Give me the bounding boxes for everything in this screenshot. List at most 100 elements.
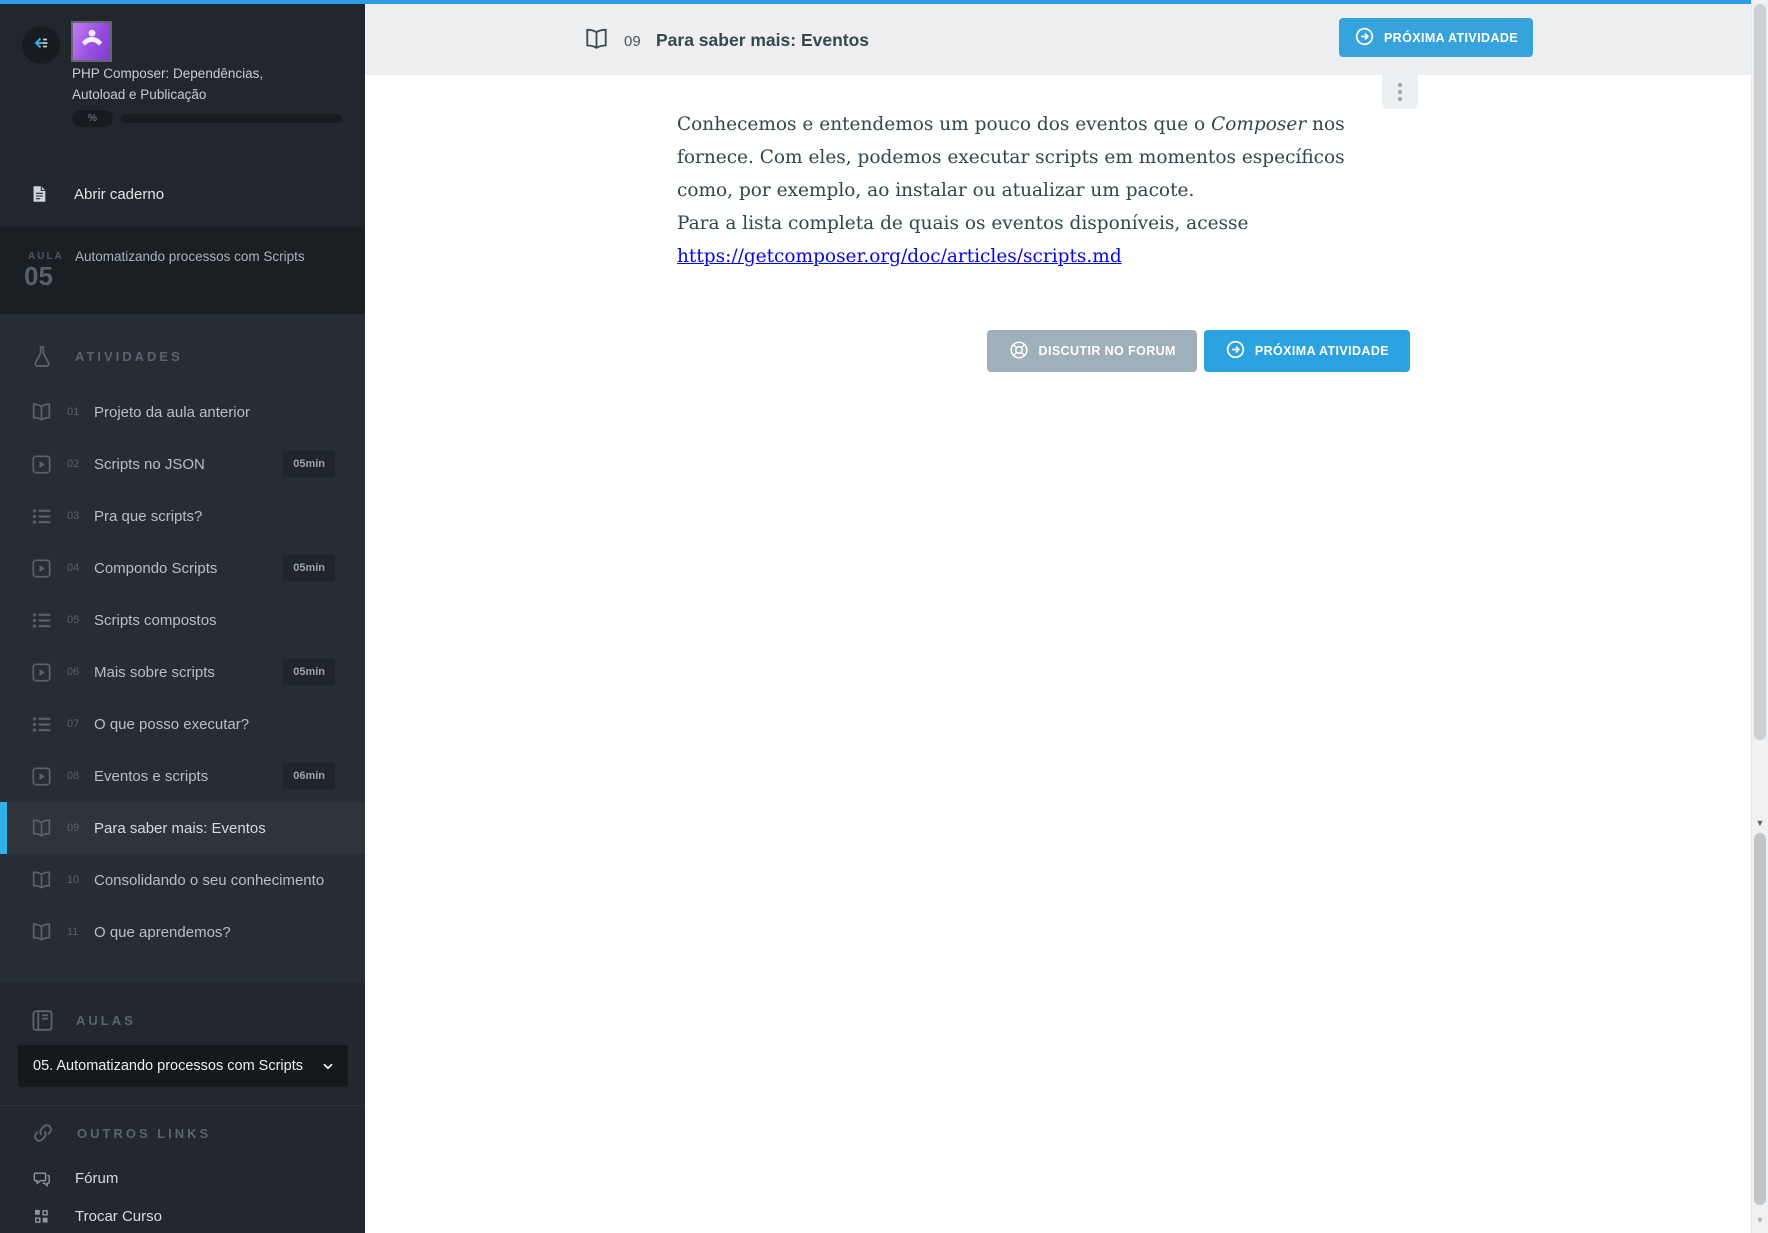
sidebar-item-number: 01 <box>67 406 86 418</box>
course-sidebar: PHP Composer: Dependências, Autoload e P… <box>0 0 365 1233</box>
sidebar-item-number: 04 <box>67 562 86 574</box>
sidebar-link-label: Fórum <box>75 1170 118 1187</box>
discuss-forum-button[interactable]: DISCUTIR NO FORUM <box>987 330 1197 372</box>
lifebuoy-forum-icon <box>1008 339 1030 364</box>
sidebar-item-label: O que posso executar? <box>94 716 249 733</box>
sidebar-item-label: O que aprendemos? <box>94 924 231 941</box>
sidebar-item-06[interactable]: 06 Mais sobre scripts 05min <box>0 646 365 698</box>
open-book-icon <box>30 817 54 840</box>
sidebar-item-number: 07 <box>67 718 86 730</box>
sidebar-item-number: 02 <box>67 458 86 470</box>
course-progress-bar <box>121 114 342 123</box>
lesson-dropdown[interactable]: 05. Automatizando processos com Scripts <box>18 1045 348 1087</box>
next-activity-label: PRÓXIMA ATIVIDADE <box>1255 344 1389 358</box>
sidebar-link-trocar-curso[interactable]: Trocar Curso <box>0 1197 365 1233</box>
sidebar-item-label: Projeto da aula anterior <box>94 404 250 421</box>
sidebar-item-label: Scripts compostos <box>94 612 217 629</box>
sidebar-item-number: 08 <box>67 770 86 782</box>
intro-paragraph: Conhecemos e entendemos um pouco dos eve… <box>677 108 1353 207</box>
activity-number: 09 <box>624 33 641 50</box>
switch-course-icon <box>32 1207 51 1226</box>
open-book-icon <box>583 26 610 53</box>
activities-section: ATIVIDADES 01 Projeto da aula anterior 0… <box>0 314 365 982</box>
lessons-section: AULAS 05. Automatizando processos com Sc… <box>0 982 365 1105</box>
sidebar-item-08[interactable]: 08 Eventos e scripts 06min <box>0 750 365 802</box>
sidebar-link-fórum[interactable]: Fórum <box>0 1159 365 1197</box>
course-logo[interactable] <box>71 21 112 62</box>
scrollbar-thumb[interactable] <box>1754 833 1766 1205</box>
sidebar-item-label: Mais sobre scripts <box>94 664 215 681</box>
sidebar-item-01[interactable]: 01 Projeto da aula anterior <box>0 386 365 438</box>
next-activity-button-bottom[interactable]: PRÓXIMA ATIVIDADE <box>1204 330 1410 372</box>
duration-badge: 05min <box>283 555 335 581</box>
open-notebook-label: Abrir caderno <box>74 186 164 203</box>
sidebar-item-number: 06 <box>67 666 86 678</box>
composer-italic: Composer <box>1211 114 1306 135</box>
sidebar-item-04[interactable]: 04 Compondo Scripts 05min <box>0 542 365 594</box>
sidebar-link-label: Trocar Curso <box>75 1208 162 1225</box>
sidebar-item-number: 03 <box>67 510 86 522</box>
duration-badge: 05min <box>283 659 335 685</box>
sidebar-item-11[interactable]: 11 O que aprendemos? <box>0 906 365 958</box>
duration-badge: 06min <box>283 763 335 789</box>
notebook-icon <box>29 183 49 205</box>
top-accent-bar <box>0 0 1768 4</box>
list-icon <box>30 505 54 528</box>
scrollbar-thumb[interactable] <box>1754 4 1766 740</box>
video-icon <box>30 557 54 580</box>
sidebar-item-label: Pra que scripts? <box>94 508 202 525</box>
open-book-icon <box>30 921 54 944</box>
book-icon <box>30 1008 55 1033</box>
collapse-sidebar-icon <box>30 32 52 59</box>
composer-scripts-link[interactable]: https://getcomposer.org/doc/articles/scr… <box>677 246 1122 267</box>
sidebar-item-10[interactable]: 10 Consolidando o seu conhecimento <box>0 854 365 906</box>
sidebar-item-02[interactable]: 02 Scripts no JSON 05min <box>0 438 365 490</box>
scrollbar-down-arrow-icon[interactable]: ▼ <box>1752 1215 1768 1225</box>
circle-arrow-right-icon <box>1225 339 1246 363</box>
kebab-menu-icon <box>1398 83 1402 87</box>
video-icon <box>30 765 54 788</box>
discuss-forum-label: DISCUTIR NO FORUM <box>1039 344 1176 358</box>
circle-arrow-right-icon <box>1354 26 1375 50</box>
activities-header-label: ATIVIDADES <box>75 349 183 364</box>
duration-badge: 05min <box>283 451 335 477</box>
sidebar-item-label: Eventos e scripts <box>94 768 208 785</box>
scrollbar-down-arrow-icon[interactable]: ▼ <box>1752 818 1768 828</box>
activity-options-button[interactable] <box>1382 75 1418 109</box>
link-icon <box>30 1120 56 1146</box>
sidebar-item-label: Consolidando o seu conhecimento <box>94 872 324 889</box>
other-links-section: OUTROS LINKS Fórum Trocar Curso <box>0 1105 365 1233</box>
scrollbar[interactable]: ▼ ▼ <box>1751 0 1768 1233</box>
sidebar-item-label: Para saber mais: Eventos <box>94 820 266 837</box>
current-lesson-banner: AULA 05 Automatizando processos com Scri… <box>0 227 365 314</box>
sidebar-item-05[interactable]: 05 Scripts compostos <box>0 594 365 646</box>
sidebar-item-label: Scripts no JSON <box>94 456 205 473</box>
lessons-header-label: AULAS <box>76 1013 136 1028</box>
sidebar-item-number: 11 <box>67 926 86 938</box>
sidebar-item-03[interactable]: 03 Pra que scripts? <box>0 490 365 542</box>
collapse-sidebar-button[interactable] <box>22 26 60 64</box>
open-notebook-button[interactable]: Abrir caderno <box>0 172 365 216</box>
course-logo-person-icon <box>77 24 107 59</box>
course-title: PHP Composer: Dependências, Autoload e P… <box>72 63 344 105</box>
open-book-icon <box>30 869 54 892</box>
other-links-header-label: OUTROS LINKS <box>77 1126 211 1141</box>
lessons-header: AULAS <box>0 998 365 1042</box>
next-activity-label: PRÓXIMA ATIVIDADE <box>1384 31 1518 45</box>
sidebar-item-number: 10 <box>67 874 86 886</box>
activity-actions: DISCUTIR NO FORUM PRÓXIMA ATIVIDADE <box>677 330 1410 372</box>
page-title: Para saber mais: Eventos <box>656 30 869 51</box>
sidebar-item-number: 05 <box>67 614 86 626</box>
activity-header: 09 Para saber mais: Eventos PRÓXIMA ATIV… <box>365 4 1751 75</box>
progress-percent-badge: % <box>72 110 113 127</box>
next-activity-button-top[interactable]: PRÓXIMA ATIVIDADE <box>1339 18 1533 57</box>
lesson-dropdown-value: 05. Automatizando processos com Scripts <box>33 1058 303 1074</box>
sidebar-item-07[interactable]: 07 O que posso executar? <box>0 698 365 750</box>
sidebar-item-label: Compondo Scripts <box>94 560 217 577</box>
lesson-number: 05 <box>24 263 53 289</box>
lesson-title: Automatizando processos com Scripts <box>75 246 310 267</box>
open-book-icon <box>30 401 54 424</box>
flask-icon <box>30 344 54 368</box>
sidebar-item-09[interactable]: 09 Para saber mais: Eventos <box>0 802 365 854</box>
forum-icon <box>32 1169 51 1188</box>
